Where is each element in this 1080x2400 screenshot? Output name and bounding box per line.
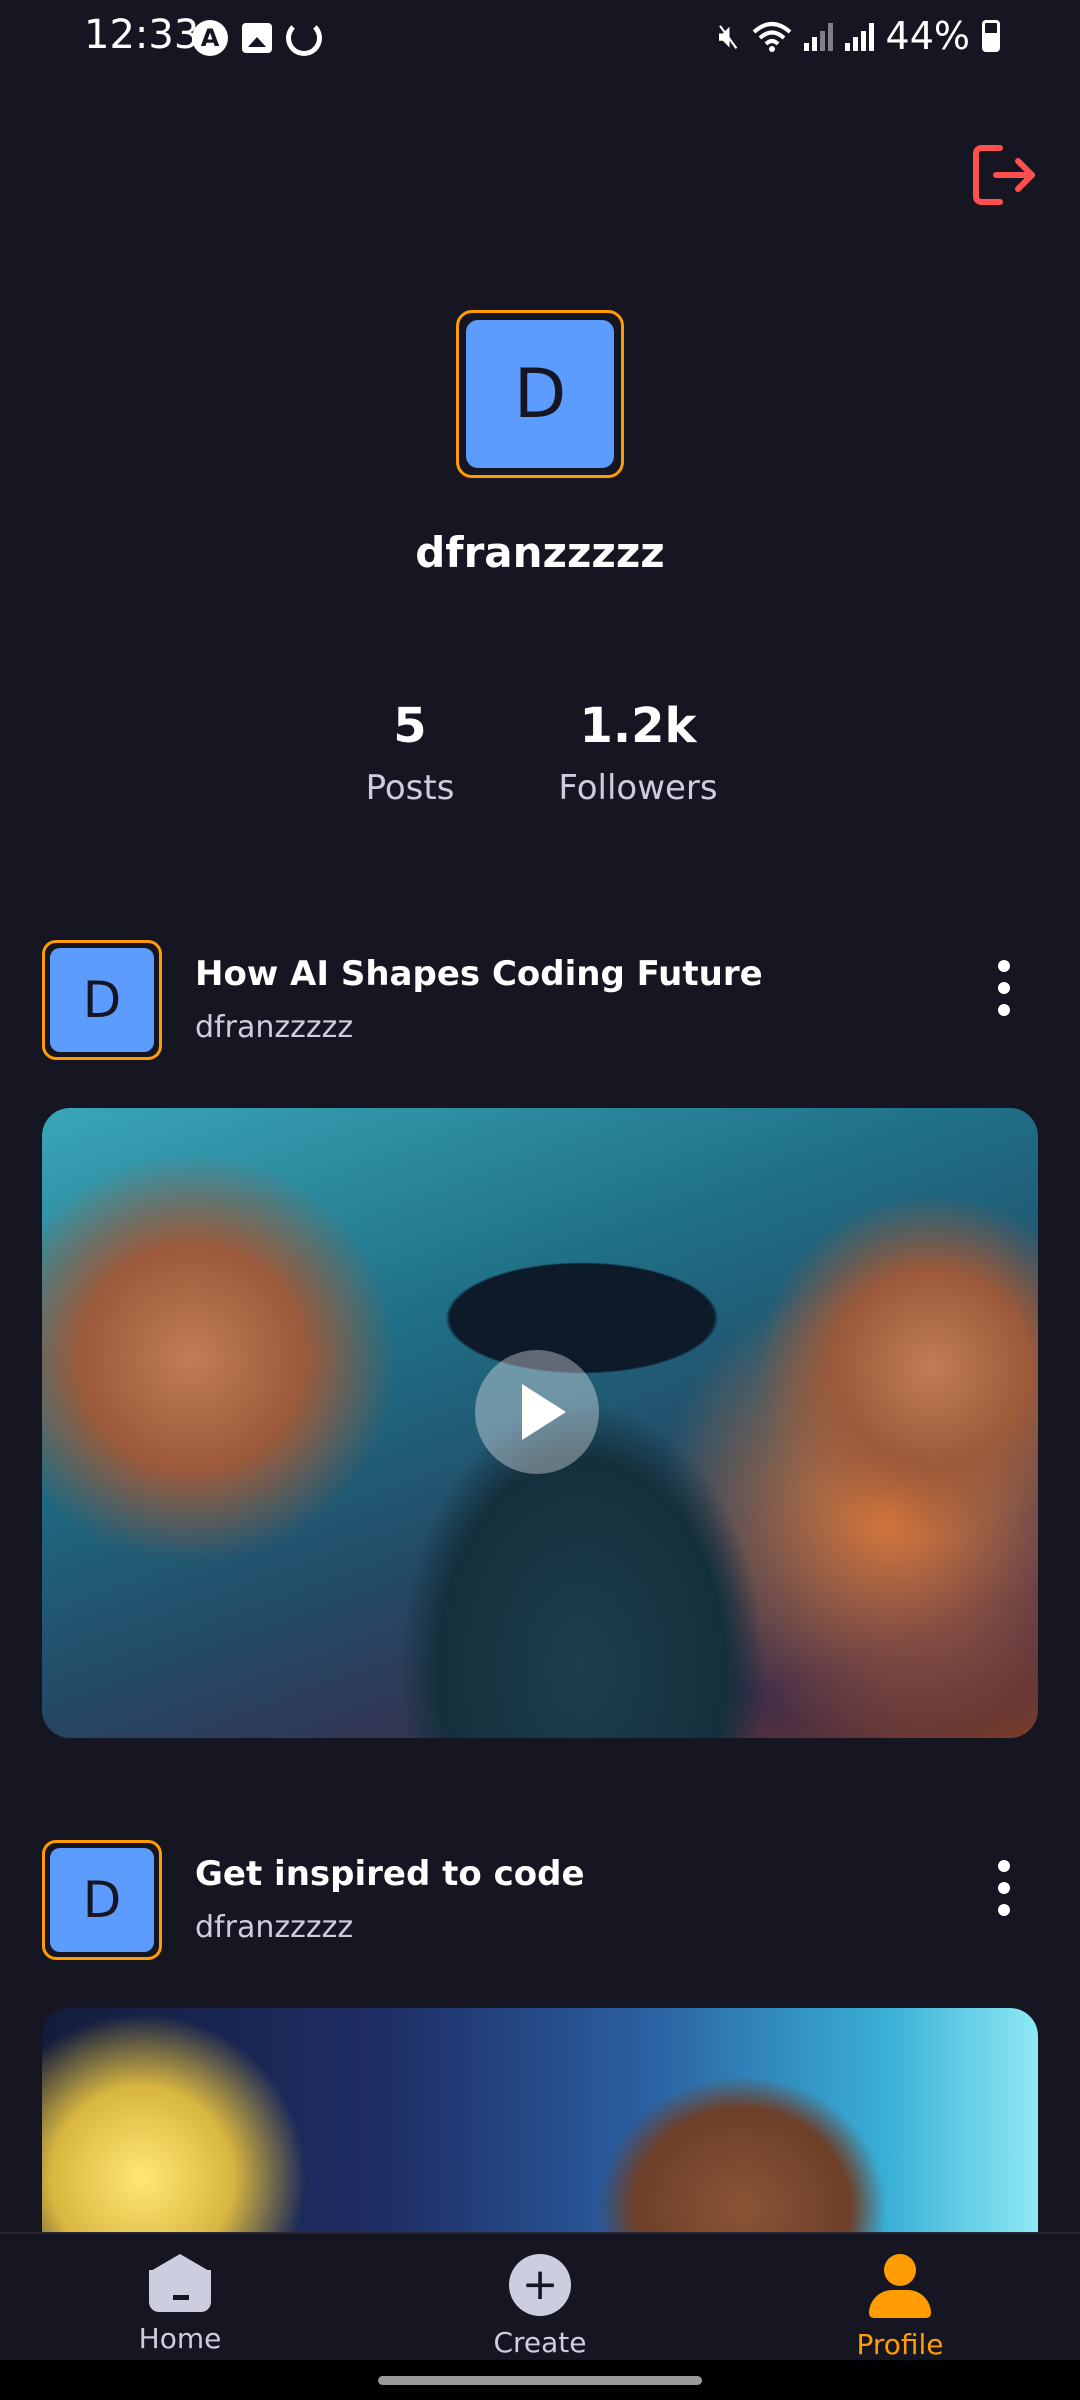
- video-thumbnail[interactable]: [42, 2008, 1038, 2238]
- battery-icon: [982, 20, 1000, 52]
- tab-label: Create: [493, 2326, 587, 2359]
- image-icon: [242, 23, 272, 53]
- tab-profile[interactable]: Profile: [800, 2254, 1000, 2361]
- logout-button[interactable]: [970, 140, 1040, 210]
- video-thumbnail[interactable]: [42, 1108, 1038, 1738]
- post-header: D How AI Shapes Coding Future dfranzzzzz: [42, 940, 1038, 1064]
- wifi-icon: [752, 22, 791, 52]
- post-avatar: D: [42, 1840, 162, 1960]
- more-options-icon[interactable]: [994, 1860, 1014, 1916]
- profile-icon: [869, 2254, 931, 2318]
- tab-home[interactable]: Home: [80, 2254, 280, 2355]
- stat-followers: 1.2k Followers: [548, 698, 728, 808]
- stat-value: 5: [393, 698, 427, 754]
- home-icon: [149, 2254, 211, 2312]
- mute-icon: 🔇︎: [718, 16, 740, 56]
- logout-icon: [973, 145, 1035, 205]
- stat-label: Followers: [558, 768, 718, 808]
- status-bar: 12:33 A 🔇︎ 44%: [0, 0, 1080, 80]
- post-title: Get inspired to code: [195, 1854, 585, 1894]
- signal-icon: [844, 21, 874, 51]
- plus-icon: +: [509, 2254, 571, 2316]
- home-indicator[interactable]: [378, 2376, 702, 2385]
- tab-label: Profile: [856, 2328, 944, 2361]
- play-button-icon[interactable]: [475, 1350, 599, 1474]
- tab-create[interactable]: + Create: [440, 2254, 640, 2359]
- avatar-letter: D: [466, 320, 614, 468]
- status-time: 12:33: [84, 12, 200, 58]
- post-title: How AI Shapes Coding Future: [195, 954, 763, 994]
- post-author: dfranzzzzz: [195, 1910, 354, 1945]
- more-options-icon[interactable]: [994, 960, 1014, 1016]
- signal-icon: [803, 21, 833, 51]
- profile-username: dfranzzzzz: [415, 528, 665, 577]
- app-notification-icon: A: [192, 20, 228, 56]
- tab-label: Home: [138, 2322, 222, 2355]
- post-header: D Get inspired to code dfranzzzzz: [42, 1840, 1038, 1964]
- battery-percent: 44%: [885, 14, 970, 58]
- avatar-letter: D: [50, 1848, 154, 1952]
- stat-value: 1.2k: [579, 698, 697, 754]
- bottom-nav: Home + Create Profile: [0, 2232, 1080, 2362]
- avatar-letter: D: [50, 948, 154, 1052]
- sync-icon: [286, 20, 322, 56]
- post-avatar: D: [42, 940, 162, 1060]
- stat-posts: 5 Posts: [340, 698, 480, 808]
- post-author: dfranzzzzz: [195, 1010, 354, 1045]
- profile-avatar: D: [456, 310, 624, 478]
- stat-label: Posts: [365, 768, 455, 808]
